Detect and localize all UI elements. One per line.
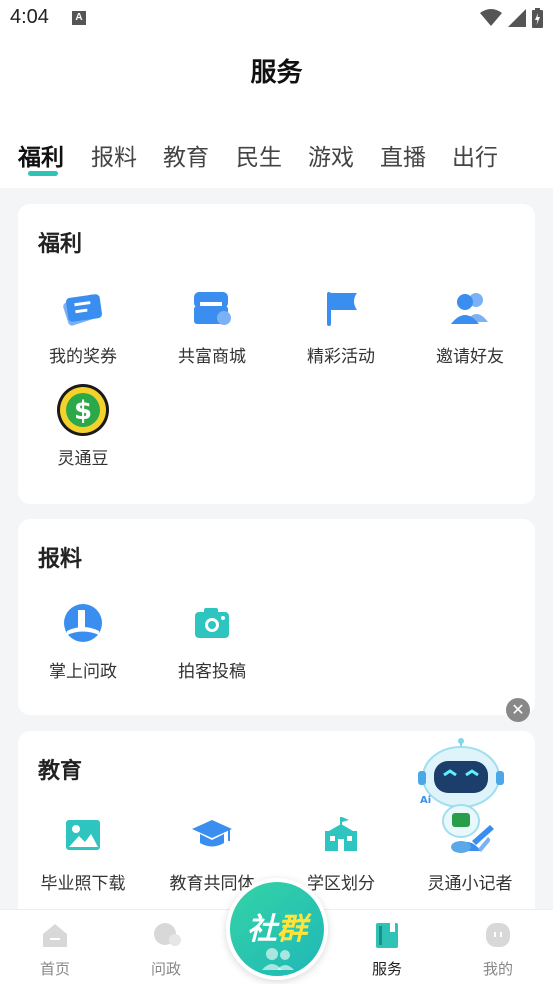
tab-education[interactable]: 教育 xyxy=(163,138,209,172)
education-item-school-district[interactable]: 学区划分 xyxy=(291,807,391,894)
report-item-label: 拍客投稿 xyxy=(178,662,246,682)
welfare-item-label: 精彩活动 xyxy=(307,347,375,367)
education-item-label: 毕业照下载 xyxy=(40,874,126,894)
education-item-community[interactable]: 教育共同体 xyxy=(162,807,262,894)
welfare-item-label: 我的奖券 xyxy=(49,347,117,367)
tab-livelihood[interactable]: 民生 xyxy=(236,138,282,172)
community-fab-button[interactable]: 社群 xyxy=(226,878,328,980)
welfare-item-beans[interactable]: $ 灵通豆 xyxy=(33,382,133,469)
tab-live[interactable]: 直播 xyxy=(380,138,426,172)
chat-bubbles-icon xyxy=(154,923,181,946)
fab-label-part2: 群 xyxy=(277,912,307,947)
welfare-item-label: 邀请好友 xyxy=(436,347,504,367)
tab-welfare[interactable]: 福利 xyxy=(18,138,64,172)
nav-service[interactable]: 服务 xyxy=(352,920,422,979)
nav-label: 服务 xyxy=(371,960,402,978)
education-title: 教育 xyxy=(38,759,83,784)
camera-icon xyxy=(184,595,240,651)
graduation-cap-icon xyxy=(184,807,240,863)
notification-a-icon: A xyxy=(72,11,86,25)
dollar-coin-icon: $ xyxy=(55,382,111,438)
service-book-icon xyxy=(376,923,398,948)
nav-label: 我的 xyxy=(482,960,513,978)
category-tabs: 福利 报料 教育 民生 游戏 直播 出行 xyxy=(0,118,553,188)
ask-gov-icon xyxy=(55,595,111,651)
report-title: 报料 xyxy=(38,547,83,572)
shop-icon xyxy=(184,280,240,336)
status-icons xyxy=(480,8,543,28)
welfare-item-activities[interactable]: 精彩活动 xyxy=(291,280,391,367)
image-icon xyxy=(55,807,111,863)
welfare-card: 福利 我的奖券 共富商城 精彩活动 邀请好友 $ 灵通豆 xyxy=(18,204,535,504)
report-item-label: 掌上问政 xyxy=(49,662,117,682)
education-item-label: 灵通小记者 xyxy=(427,874,513,894)
report-item-submit[interactable]: 拍客投稿 xyxy=(162,595,262,682)
report-item-ask-gov[interactable]: 掌上问政 xyxy=(33,595,133,682)
welfare-item-invite[interactable]: 邀请好友 xyxy=(420,280,520,367)
svg-text:Ai: Ai xyxy=(420,795,431,806)
nav-mine[interactable]: 我的 xyxy=(463,920,533,979)
home-icon xyxy=(43,924,67,947)
status-time: 4:04 xyxy=(10,6,49,28)
welfare-item-label: 共富商城 xyxy=(178,347,246,367)
tab-games[interactable]: 游戏 xyxy=(308,138,354,172)
tab-report[interactable]: 报料 xyxy=(91,138,137,172)
status-bar: 4:04 A xyxy=(0,0,553,36)
welfare-item-shop[interactable]: 共富商城 xyxy=(162,280,262,367)
profile-icon xyxy=(486,923,510,947)
friends-icon xyxy=(442,280,498,336)
fab-label-part1: 社 xyxy=(247,912,277,947)
school-icon xyxy=(313,807,369,863)
signal-icon xyxy=(508,9,526,27)
education-item-graduation-photos[interactable]: 毕业照下载 xyxy=(33,807,133,894)
flag-icon xyxy=(313,280,369,336)
page-title: 服务 xyxy=(250,58,303,88)
ticket-icon xyxy=(55,280,111,336)
ai-robot-assistant[interactable]: Ai xyxy=(416,737,506,855)
nav-home[interactable]: 首页 xyxy=(20,920,90,979)
nav-ask[interactable]: 问政 xyxy=(131,920,201,979)
fab-label: 社群 xyxy=(230,904,324,948)
close-icon[interactable]: ✕ xyxy=(506,698,530,722)
welfare-item-tickets[interactable]: 我的奖券 xyxy=(33,280,133,367)
tab-active-indicator xyxy=(28,171,58,176)
battery-icon xyxy=(532,8,543,28)
welfare-item-label: 灵通豆 xyxy=(57,449,109,469)
nav-label: 问政 xyxy=(150,960,181,978)
nav-label: 首页 xyxy=(39,960,70,978)
people-icon xyxy=(262,948,294,970)
svg-text:$: $ xyxy=(74,396,92,426)
header: 服务 xyxy=(0,36,553,118)
welfare-title: 福利 xyxy=(38,232,83,257)
report-card: 报料 掌上问政 拍客投稿 xyxy=(18,519,535,715)
tab-travel[interactable]: 出行 xyxy=(452,138,498,172)
wifi-icon xyxy=(480,9,502,26)
